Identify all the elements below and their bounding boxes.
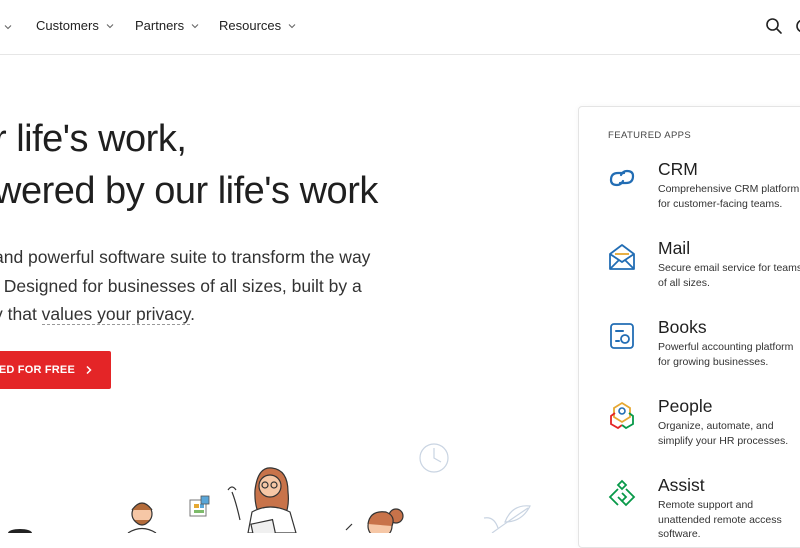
featured-apps-heading: FEATURED APPS [608,130,692,141]
person-illustration [127,502,157,533]
search-icon[interactable] [765,17,783,35]
app-card-crm[interactable]: CRM Comprehensive CRM platform for custo… [607,159,800,231]
featured-apps-panel: FEATURED APPS CRM Comprehensive CRM plat… [578,106,800,548]
app-name: Assist [658,475,705,495]
app-description: Powerful accounting platform for growing… [658,340,800,369]
app-description-line: simplify your HR processes. [658,434,789,447]
app-description-line: Organize, automate, and [658,420,774,432]
app-name: Mail [658,238,691,258]
app-description-line: Comprehensive CRM platform [658,183,800,195]
app-description-line: for customer-facing teams. [658,197,783,210]
nav-item-partners[interactable]: Partners [135,18,199,33]
app-name: CRM [658,159,698,179]
app-card-assist[interactable]: Assist Remote support and unattended rem… [607,475,800,547]
app-description-line: Remote support and [658,499,754,511]
app-description-line: for growing businesses. [658,355,769,368]
app-description: Remote support and unattended remote acc… [658,498,800,542]
app-description-line: Powerful accounting platform [658,341,794,353]
mail-icon [609,244,635,270]
person-illustration [227,467,297,533]
hero-title-line: wered by our life's work [0,170,378,212]
app-name: Books [658,317,707,337]
app-description-line: unattended remote access [658,513,782,526]
chevron-down-icon [288,23,296,28]
books-icon [610,323,634,349]
app-description-line: software. [658,528,701,540]
hero-title: r life's work, wered by our life's work [0,113,594,217]
nav-item-resources[interactable]: Resources [219,18,296,33]
language-globe-icon[interactable] [794,17,800,35]
chevron-right-icon [86,365,92,375]
app-card-people[interactable]: People Organize, automate, and simplify … [607,396,800,468]
get-started-button[interactable]: TED FOR FREE [0,351,111,389]
hero-title-line: r life's work, [0,118,187,160]
chevron-down-icon [191,23,199,28]
nav-item-label: Partners [135,18,185,33]
app-description: Organize, automate, and simplify your HR… [658,419,800,448]
hero-subtitle-line: . Designed for businesses of all sizes, … [0,275,362,296]
assist-icon [608,479,636,507]
nav-item-label: Customers [36,18,99,33]
top-navigation: Customers Partners Resources [0,0,800,55]
chevron-down-icon [106,23,114,28]
privacy-link[interactable]: values your privacy [41,304,191,325]
hero-illustration [8,443,531,533]
nav-item-label: Resources [219,18,282,33]
document-illustration [189,495,210,517]
nav-item-customers[interactable]: Customers [36,18,114,33]
app-name: People [658,396,713,416]
app-description-line: Secure email service for teams [658,262,800,274]
hero-subtitle-line: y that values your privacy. [0,300,414,329]
app-description: Comprehensive CRM platform for customer-… [658,182,800,211]
crm-icon [609,169,635,187]
plant-illustration [483,505,531,533]
app-description: Secure email service for teams of all si… [658,261,800,290]
get-started-label: TED FOR FREE [0,364,75,376]
person-illustration [8,529,32,533]
person-illustration [345,508,404,533]
clock-illustration [419,443,449,473]
chevron-down-icon[interactable] [4,23,12,31]
hero-subtitle-text: . [190,304,196,324]
hero-subtitle-text: y that [0,304,37,324]
app-description-line: of all sizes. [658,276,710,289]
app-card-books[interactable]: Books Powerful accounting platform for g… [607,317,800,389]
hero-subtitle: and powerful software suite to transform… [0,243,414,329]
app-card-mail[interactable]: Mail Secure email service for teams of a… [607,238,800,310]
people-icon [610,401,634,430]
hero-subtitle-line: and powerful software suite to transform… [0,247,371,267]
